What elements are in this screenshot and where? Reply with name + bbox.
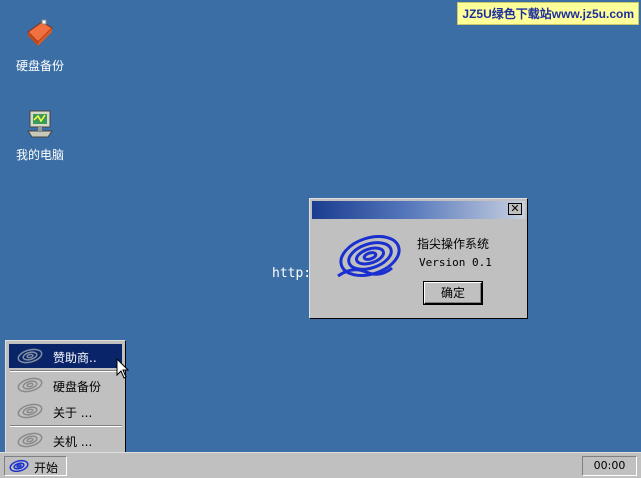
menu-item-shutdown[interactable]: 关机 ... [9,428,122,452]
taskbar: 开始 00:00 [0,452,641,478]
watermark-banner: JZ5U绿色下载站www.jz5u.com [457,2,639,25]
hard-disk-backup-icon [27,19,53,46]
desktop-icon-label: 我的电脑 [15,148,64,162]
close-button[interactable]: ✕ [508,203,522,215]
mouse-cursor-icon [116,358,130,379]
menu-separator [10,370,122,372]
menu-item-label: 关于 ... [53,406,93,420]
menu-item-about[interactable]: 关于 ... [9,399,122,423]
swirl-icon [17,432,43,448]
start-menu: 赞助商.. 硬盘备份 关于 ... 关机 ... [5,340,126,453]
menu-item-label: 关机 ... [53,435,93,449]
menu-separator [10,425,122,427]
desktop-icon-hard-disk-backup[interactable]: 硬盘备份 [10,18,70,74]
dialog-version-text: Version 0.1 [419,256,492,269]
menu-item-hard-disk-backup[interactable]: 硬盘备份 [9,373,122,397]
dialog-titlebar[interactable]: ✕ [312,201,525,219]
fingertip-os-logo-icon [337,235,401,278]
menu-item-label: 硬盘备份 [53,380,102,394]
menu-item-sponsor[interactable]: 赞助商.. [9,344,122,368]
dialog-app-title: 指尖操作系统 [417,237,490,251]
desktop-icon-label: 硬盘备份 [15,59,64,73]
ok-button[interactable]: 确定 [423,281,483,305]
my-computer-icon [27,110,53,138]
menu-item-label: 赞助商.. [53,351,97,365]
start-swirl-icon [9,459,29,473]
swirl-icon [17,377,43,393]
taskbar-clock: 00:00 [582,456,637,476]
about-dialog: ✕ 指尖操作系统 Version 0.1 确定 [309,198,528,319]
swirl-icon [17,348,43,364]
swirl-icon [17,403,43,419]
start-button-label: 开始 [34,461,59,475]
start-button[interactable]: 开始 [4,456,67,476]
desktop-icon-my-computer[interactable]: 我的电脑 [10,107,70,163]
